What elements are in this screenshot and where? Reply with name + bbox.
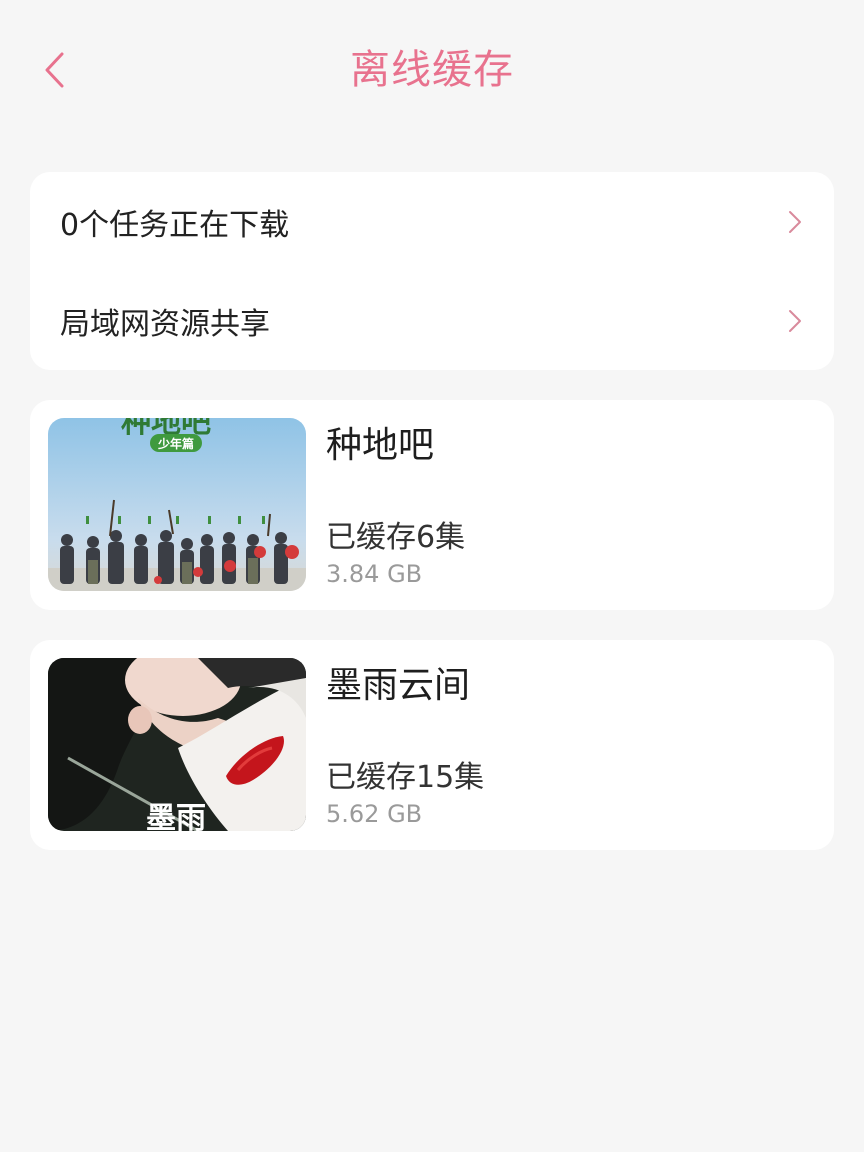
poster-image: 种地吧 少年篇	[48, 418, 306, 591]
downloading-tasks-label: 0个任务正在下载	[60, 207, 290, 243]
cache-size: 5.62 GB	[326, 800, 423, 828]
chevron-right-icon	[789, 309, 801, 332]
video-thumbnail: 墨雨	[48, 658, 306, 831]
video-thumbnail: 种地吧 少年篇	[48, 418, 306, 591]
poster-image: 墨雨	[48, 658, 306, 831]
cached-video-item[interactable]: 墨雨 墨雨云间 已缓存15集 5.62 GB	[30, 640, 834, 850]
chevron-right-icon	[789, 210, 801, 233]
page-title: 离线缓存	[350, 47, 514, 93]
svg-text:墨雨: 墨雨	[146, 801, 206, 831]
video-title: 种地吧	[326, 425, 435, 466]
cache-size: 3.84 GB	[326, 560, 423, 588]
cached-video-item[interactable]: 种地吧 少年篇 种地吧 已缓存6集 3.84 GB	[30, 400, 834, 610]
menu-card: 0个任务正在下载 局域网资源共享	[30, 172, 834, 370]
lan-share-row[interactable]: 局域网资源共享	[30, 271, 834, 370]
downloading-tasks-row[interactable]: 0个任务正在下载	[30, 172, 834, 271]
lan-share-label: 局域网资源共享	[60, 306, 270, 342]
cached-episodes: 已缓存6集	[326, 520, 466, 555]
video-title: 墨雨云间	[326, 665, 471, 706]
cached-episodes: 已缓存15集	[326, 760, 485, 795]
svg-text:少年篇: 少年篇	[157, 436, 194, 451]
offline-cache-page: 离线缓存 0个任务正在下载 局域网资源共享 种地吧 少年篇 种地吧 已缓存6集 …	[0, 0, 864, 1152]
header: 离线缓存	[0, 0, 864, 140]
